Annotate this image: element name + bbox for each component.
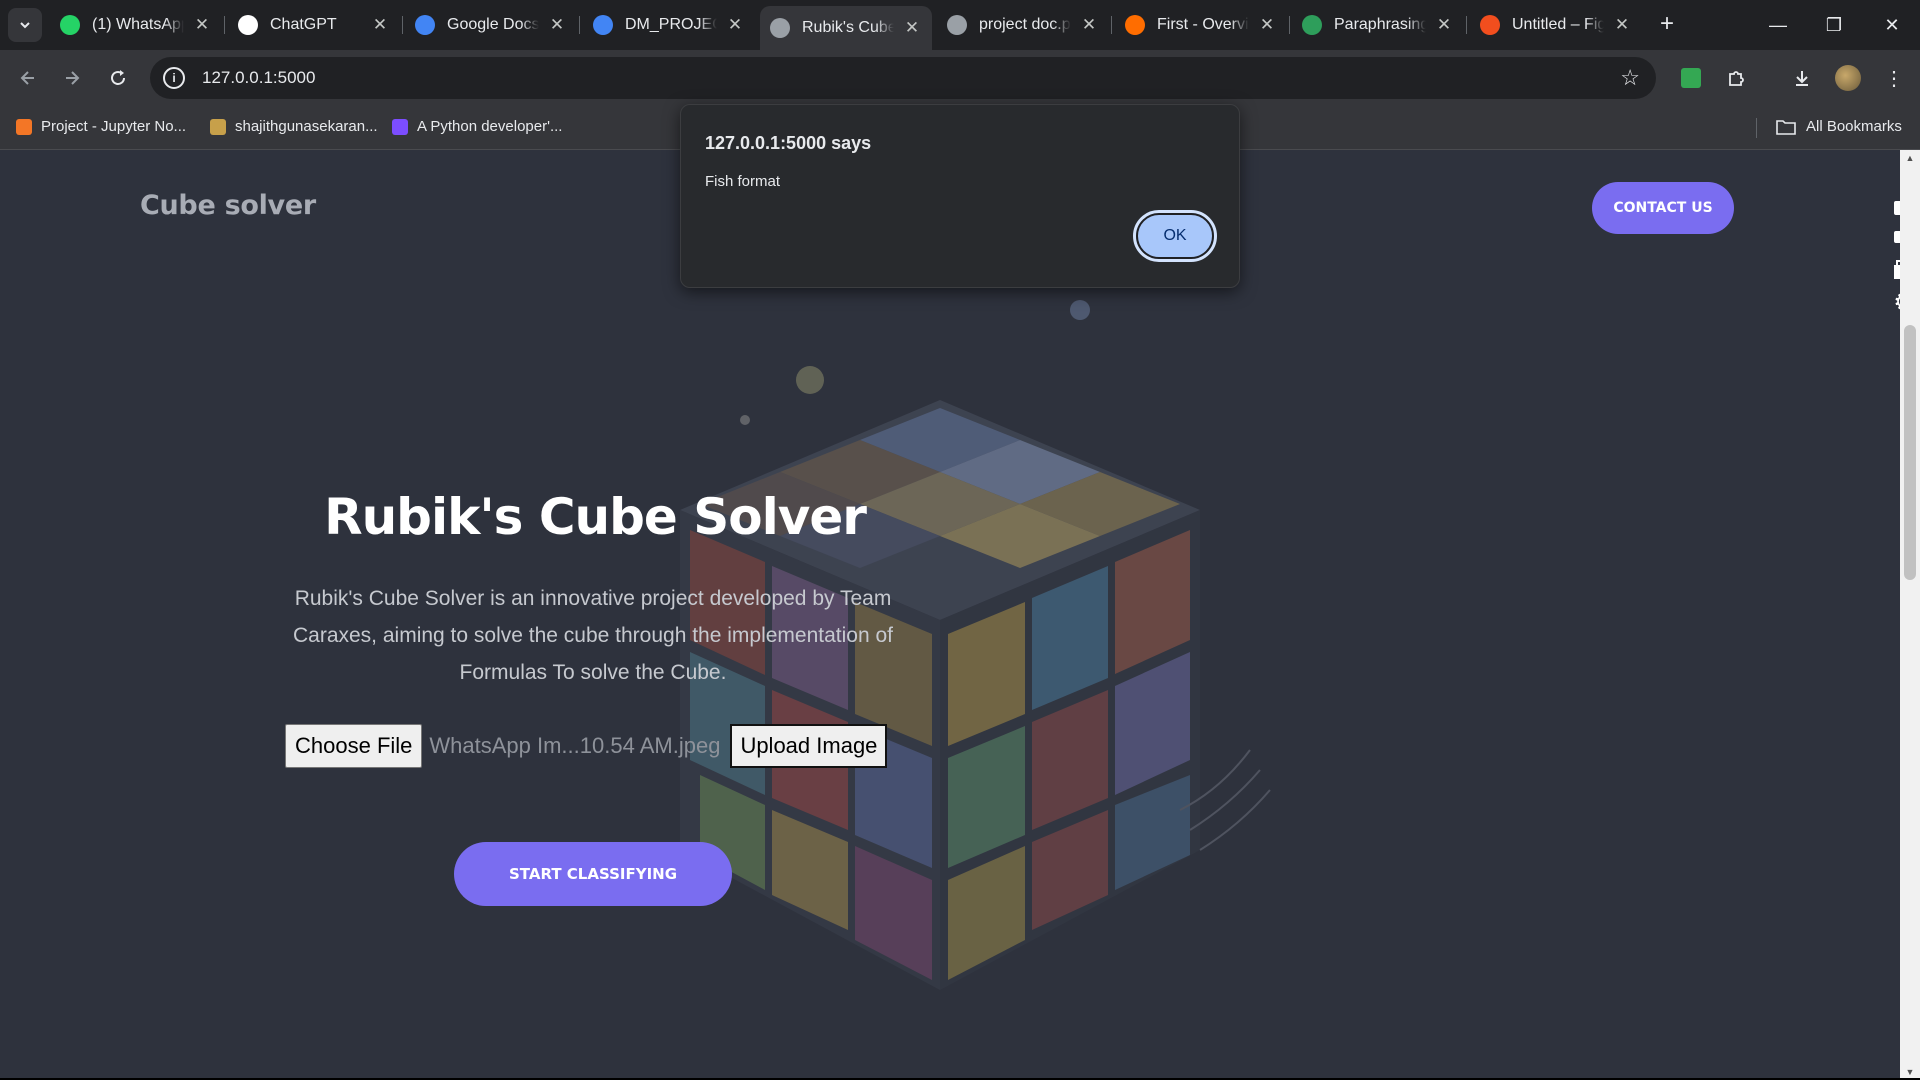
site-brand[interactable]: Cube solver bbox=[140, 190, 316, 221]
tab-close-icon[interactable]: ✕ bbox=[370, 15, 390, 35]
google-docs-icon bbox=[593, 15, 613, 35]
tab-separator bbox=[224, 16, 225, 34]
profile-avatar[interactable] bbox=[1834, 64, 1862, 92]
tab-title: DM_PROJECT bbox=[625, 16, 717, 33]
browser-tab[interactable]: Rubik's Cube ✕ bbox=[760, 6, 932, 50]
dialog-title: 127.0.0.1:5000 says bbox=[705, 133, 872, 153]
alert-dialog: 127.0.0.1:5000 says Fish format OK bbox=[680, 104, 1240, 288]
web-page: Cube solver CONTACT US Rubik's Cube Solv… bbox=[0, 150, 1900, 1080]
browser-tab[interactable]: Google Docs ✕ bbox=[405, 7, 577, 43]
start-classifying-button[interactable]: START CLASSIFYING bbox=[454, 842, 732, 906]
tab-title: Untitled – Fig bbox=[1512, 16, 1604, 33]
kaggle-icon bbox=[210, 118, 226, 135]
file-upload-form: Choose File WhatsApp Im...10.54 AM.jpeg … bbox=[285, 724, 888, 768]
chevron-down-icon bbox=[20, 22, 30, 29]
tab-separator bbox=[1466, 16, 1467, 34]
tab-title: Google Docs bbox=[447, 16, 539, 33]
arrow-left-icon bbox=[20, 71, 34, 85]
tab-close-icon[interactable]: ✕ bbox=[192, 15, 212, 35]
reload-button[interactable] bbox=[102, 62, 134, 94]
upload-image-button[interactable]: Upload Image bbox=[730, 724, 888, 768]
tab-title: Rubik's Cube bbox=[802, 19, 894, 36]
tab-strip: (1) WhatsApp ✕ ChatGPT ✕ Google Docs ✕ DM_PROJ… bbox=[0, 0, 1920, 50]
bookmark-label: Project - Jupyter No... bbox=[41, 118, 187, 135]
bookmark-label: A Python developer'... bbox=[417, 118, 563, 135]
extensions-puzzle-icon[interactable] bbox=[1722, 64, 1750, 92]
figma-icon bbox=[1480, 15, 1500, 35]
tab-separator bbox=[1111, 16, 1112, 34]
restore-button[interactable]: ❐ bbox=[1806, 0, 1862, 50]
browser-tab[interactable]: DM_PROJECT ✕ bbox=[583, 7, 755, 43]
whatsapp-icon bbox=[60, 15, 80, 35]
download-icon[interactable] bbox=[1788, 64, 1816, 92]
choose-file-button[interactable]: Choose File bbox=[285, 724, 423, 768]
browser-tab[interactable]: project doc.p ✕ bbox=[937, 7, 1109, 43]
chatgpt-icon bbox=[238, 15, 258, 35]
contact-us-button[interactable]: CONTACT US bbox=[1592, 182, 1734, 234]
bookmark-star-icon[interactable]: ☆ bbox=[1620, 65, 1640, 91]
tab-search-button[interactable] bbox=[8, 8, 42, 42]
tab-close-icon[interactable]: ✕ bbox=[1434, 15, 1454, 35]
tab-close-icon[interactable]: ✕ bbox=[547, 15, 567, 35]
folder-icon bbox=[1776, 119, 1796, 135]
browser-tab[interactable]: Paraphrasing ✕ bbox=[1292, 7, 1464, 43]
tab-close-icon[interactable]: ✕ bbox=[725, 15, 745, 35]
menu-kebab-icon[interactable]: ⋮ bbox=[1880, 64, 1908, 92]
browser-tab[interactable]: (1) WhatsApp ✕ bbox=[50, 7, 222, 43]
tab-close-icon[interactable]: ✕ bbox=[1612, 15, 1632, 35]
tab-title: project doc.p bbox=[979, 16, 1071, 33]
scrollbar-thumb[interactable] bbox=[1904, 325, 1916, 580]
tab-close-icon[interactable]: ✕ bbox=[1079, 15, 1099, 35]
globe-icon bbox=[770, 18, 790, 38]
scroll-up-arrow-icon[interactable]: ▲ bbox=[1900, 150, 1920, 166]
bookmark-item[interactable]: Project - Jupyter No... bbox=[16, 118, 186, 135]
back-button[interactable] bbox=[12, 62, 44, 94]
tab-title: ChatGPT bbox=[270, 16, 337, 33]
bookmark-label: shajithgunasekaran... bbox=[235, 118, 378, 135]
tab-title: Paraphrasing bbox=[1334, 16, 1426, 33]
page-scrollbar[interactable]: ▲ ▼ bbox=[1900, 150, 1920, 1080]
tab-close-icon[interactable]: ✕ bbox=[902, 18, 922, 38]
bookmarks-divider bbox=[1756, 118, 1757, 138]
tab-separator bbox=[402, 16, 403, 34]
tab-separator bbox=[1289, 16, 1290, 34]
forward-button[interactable] bbox=[56, 62, 88, 94]
dialog-message: Fish format bbox=[705, 173, 781, 190]
bookmark-item[interactable]: shajithgunasekaran... bbox=[210, 118, 378, 135]
close-window-button[interactable]: ✕ bbox=[1864, 0, 1920, 50]
tab-close-icon[interactable]: ✕ bbox=[1257, 15, 1277, 35]
browser-tab[interactable]: ChatGPT ✕ bbox=[228, 7, 400, 43]
jupyter-icon bbox=[16, 118, 32, 135]
paraphrase-icon bbox=[1302, 15, 1322, 35]
bookmark-site-icon bbox=[392, 118, 408, 135]
arrow-right-icon bbox=[66, 71, 80, 85]
dialog-ok-button[interactable]: OK bbox=[1133, 210, 1217, 262]
selected-file-name: WhatsApp Im...10.54 AM.jpeg bbox=[429, 733, 721, 758]
all-bookmarks-button[interactable]: All Bookmarks bbox=[1776, 118, 1902, 135]
bookmark-item[interactable]: A Python developer'... bbox=[392, 118, 562, 135]
tab-title: (1) WhatsApp bbox=[92, 16, 184, 33]
browser-tab[interactable]: Untitled – Fig ✕ bbox=[1470, 7, 1642, 43]
reload-icon bbox=[111, 70, 125, 85]
tab-separator bbox=[579, 16, 580, 34]
hero-description: Rubik's Cube Solver is an innovative pro… bbox=[292, 587, 893, 684]
google-docs-icon bbox=[415, 15, 435, 35]
extension-profile-icon[interactable] bbox=[1677, 64, 1705, 92]
minimize-button[interactable]: — bbox=[1750, 0, 1806, 50]
new-tab-button[interactable]: + bbox=[1652, 10, 1682, 40]
firebase-icon bbox=[1125, 15, 1145, 35]
site-info-icon[interactable]: i bbox=[163, 67, 185, 89]
hero-title: Rubik's Cube Solver bbox=[324, 488, 867, 546]
all-bookmarks-label: All Bookmarks bbox=[1806, 118, 1902, 135]
globe-icon bbox=[947, 15, 967, 35]
tab-title: First - Overvi bbox=[1157, 16, 1249, 33]
browser-tab[interactable]: First - Overvi ✕ bbox=[1115, 7, 1287, 43]
address-bar[interactable]: i 127.0.0.1:5000 ☆ bbox=[150, 57, 1656, 99]
url-text[interactable]: 127.0.0.1:5000 bbox=[202, 68, 315, 88]
browser-toolbar: i 127.0.0.1:5000 ☆ ⋮ bbox=[0, 50, 1920, 106]
